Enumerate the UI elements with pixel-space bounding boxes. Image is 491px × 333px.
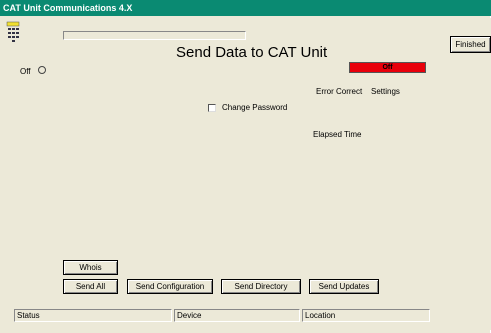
progress-bar bbox=[63, 31, 246, 40]
location-panel: Location bbox=[302, 309, 430, 322]
settings-label: Settings bbox=[371, 87, 400, 96]
app-window: CAT Unit Communications 4.X Off Send Dat… bbox=[0, 0, 491, 333]
title-bar: CAT Unit Communications 4.X bbox=[0, 0, 491, 16]
status-panel: Status bbox=[14, 309, 172, 322]
whois-button[interactable]: Whois bbox=[63, 260, 118, 275]
keypad-icon bbox=[6, 21, 20, 43]
send-directory-button[interactable]: Send Directory bbox=[221, 279, 301, 294]
page-title: Send Data to CAT Unit bbox=[176, 44, 328, 61]
off-radio-indicator[interactable] bbox=[38, 66, 46, 74]
status-bar: Status Device Location bbox=[3, 309, 491, 324]
device-panel: Device bbox=[174, 309, 300, 322]
change-password-label[interactable]: Change Password bbox=[222, 103, 287, 112]
send-all-button[interactable]: Send All bbox=[63, 279, 118, 294]
finished-button[interactable]: Finished bbox=[450, 36, 491, 53]
elapsed-time-label: Elapsed Time bbox=[313, 130, 362, 139]
send-configuration-button[interactable]: Send Configuration bbox=[127, 279, 213, 294]
off-label: Off bbox=[20, 67, 31, 76]
error-correct-label: Error Correct bbox=[316, 87, 363, 96]
change-password-checkbox[interactable] bbox=[208, 104, 216, 112]
send-updates-button[interactable]: Send Updates bbox=[309, 279, 379, 294]
connection-status-indicator: Off bbox=[349, 62, 426, 73]
